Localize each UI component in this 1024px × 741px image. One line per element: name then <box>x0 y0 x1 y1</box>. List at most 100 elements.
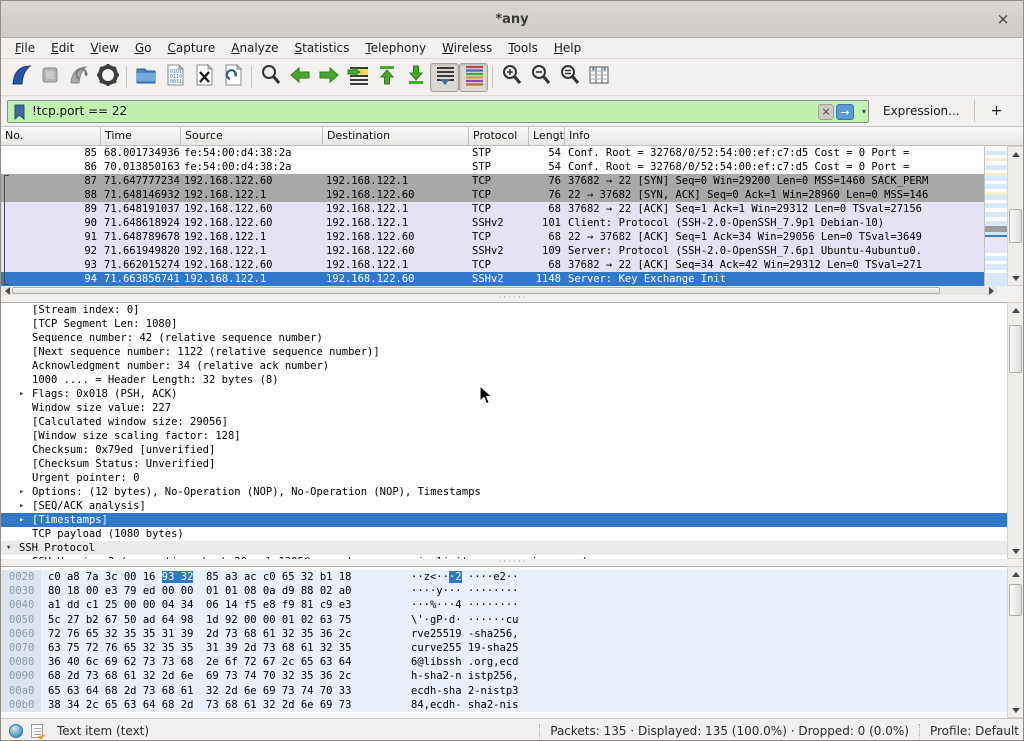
expression-button[interactable]: Expression... <box>883 104 960 118</box>
save-file-button[interactable]: 010101100011 <box>160 63 189 92</box>
hex-row[interactable]: 003080 18 00 e3 79 ed 00 00 01 01 08 0a … <box>1 584 1007 598</box>
menu-view[interactable]: View <box>82 39 126 57</box>
stop-capture-button[interactable] <box>35 63 64 92</box>
scroll-thumb[interactable] <box>1009 325 1022 373</box>
packet-row[interactable]: 9271.661949820192.168.122.1192.168.122.6… <box>1 244 984 258</box>
packet-list-vscrollbar[interactable] <box>1007 146 1024 286</box>
zoom-out-button[interactable] <box>526 63 555 92</box>
detail-line[interactable]: ▾SSH Protocol <box>1 541 1007 555</box>
find-packet-button[interactable] <box>256 63 285 92</box>
close-window-button[interactable]: × <box>993 9 1013 29</box>
titlebar[interactable]: *any × <box>1 1 1023 38</box>
scroll-down-arrow[interactable] <box>1008 703 1023 717</box>
packet-row[interactable]: 8871.648146932192.168.122.1192.168.122.6… <box>1 188 984 202</box>
menu-capture[interactable]: Capture <box>159 39 223 57</box>
packet-row[interactable]: 8670.013850163fe:54:00:d4:38:2aSTP54Conf… <box>1 160 984 174</box>
detail-line[interactable]: [Calculated window size: 29056] <box>1 415 1007 429</box>
pane-splitter[interactable]: ······ <box>1 559 1024 566</box>
scroll-thumb[interactable] <box>12 287 940 294</box>
zoom-reset-button[interactable] <box>555 63 584 92</box>
capture-options-button[interactable] <box>93 63 122 92</box>
scroll-up-arrow[interactable] <box>1008 147 1023 161</box>
column-header-destination[interactable]: Destination <box>323 127 469 145</box>
detail-line[interactable]: Sequence number: 42 (relative sequence n… <box>1 331 1007 345</box>
filter-input[interactable] <box>32 101 672 122</box>
packet-row[interactable]: 8971.648191037192.168.122.60192.168.122.… <box>1 202 984 216</box>
packet-list-minimap[interactable] <box>984 146 1007 286</box>
column-header-protocol[interactable]: Protocol <box>469 127 529 145</box>
detail-line[interactable]: Checksum: 0x79ed [unverified] <box>1 443 1007 457</box>
menu-telephony[interactable]: Telephony <box>357 39 434 57</box>
filter-clear-button[interactable]: × <box>818 104 834 120</box>
detail-line[interactable]: TCP payload (1080 bytes) <box>1 527 1007 541</box>
scroll-left-arrow[interactable] <box>2 286 12 295</box>
go-first-packet-button[interactable] <box>372 63 401 92</box>
expert-info-icon[interactable] <box>9 724 23 738</box>
packet-row[interactable]: 9171.648789678192.168.122.1192.168.122.6… <box>1 230 984 244</box>
hex-row[interactable]: 007063 75 72 76 65 32 35 35 31 39 2d 73 … <box>1 641 1007 655</box>
go-forward-button[interactable] <box>314 63 343 92</box>
go-last-packet-button[interactable] <box>401 63 430 92</box>
scroll-thumb[interactable] <box>1009 209 1022 243</box>
go-back-button[interactable] <box>285 63 314 92</box>
colorize-packets-button[interactable] <box>459 63 488 92</box>
scroll-up-arrow[interactable] <box>1008 567 1023 581</box>
hex-row[interactable]: 009068 2d 73 68 61 32 2d 6e 69 73 74 70 … <box>1 669 1007 683</box>
detail-line[interactable]: 1000 .... = Header Length: 32 bytes (8) <box>1 373 1007 387</box>
detail-line[interactable]: [TCP Segment Len: 1080] <box>1 317 1007 331</box>
menu-wireless[interactable]: Wireless <box>434 39 500 57</box>
capture-comment-icon[interactable] <box>31 724 43 738</box>
scroll-up-arrow[interactable] <box>1008 303 1023 317</box>
packet-row-selected[interactable]: 9471.663856741192.168.122.1192.168.122.6… <box>1 272 984 286</box>
hex-row[interactable]: 00a065 63 64 68 2d 73 68 61 32 2d 6e 69 … <box>1 684 1007 698</box>
menu-edit[interactable]: Edit <box>43 39 82 57</box>
hex-row[interactable]: 0020c0 a8 7a 3c 00 16 93 32 85 a3 ac c0 … <box>1 570 1007 584</box>
column-header-no[interactable]: No. <box>1 127 101 145</box>
column-header-length[interactable]: Length <box>529 127 565 145</box>
column-header-info[interactable]: Info <box>565 127 1024 145</box>
close-file-button[interactable] <box>189 63 218 92</box>
packet-row[interactable]: 8771.647777234192.168.122.60192.168.122.… <box>1 174 984 188</box>
auto-scroll-button[interactable] <box>430 63 459 92</box>
details-vscrollbar[interactable] <box>1007 302 1024 559</box>
open-file-button[interactable] <box>131 63 160 92</box>
packet-row[interactable]: 9371.662015274192.168.122.60192.168.122.… <box>1 258 984 272</box>
hex-row[interactable]: 00505c 27 b2 67 50 ad 64 98 1d 92 00 00 … <box>1 613 1007 627</box>
zoom-in-button[interactable] <box>497 63 526 92</box>
detail-line[interactable]: ▸[SEQ/ACK analysis] <box>1 499 1007 513</box>
reload-file-button[interactable] <box>218 63 247 92</box>
column-header-time[interactable]: Time <box>101 127 181 145</box>
hex-row[interactable]: 00b038 34 2c 65 63 64 68 2d 73 68 61 32 … <box>1 698 1007 712</box>
detail-line[interactable]: [Stream index: 0] <box>1 303 1007 317</box>
filter-history-caret[interactable]: ▾ <box>862 107 866 116</box>
packet-row[interactable]: 9071.648618924192.168.122.60192.168.122.… <box>1 216 984 230</box>
hex-row[interactable]: 006072 76 65 32 35 35 31 39 2d 73 68 61 … <box>1 627 1007 641</box>
pane-splitter[interactable]: ······ <box>1 295 1024 302</box>
menu-file[interactable]: File <box>7 39 43 57</box>
menu-analyze[interactable]: Analyze <box>223 39 286 57</box>
start-capture-button[interactable] <box>6 63 35 92</box>
bookmark-icon[interactable] <box>13 104 26 125</box>
menu-help[interactable]: Help <box>546 39 589 57</box>
detail-line-selected[interactable]: ▸[Timestamps] <box>1 513 1007 527</box>
detail-line[interactable]: ▸Flags: 0x018 (PSH, ACK) <box>1 387 1007 401</box>
detail-line[interactable]: Urgent pointer: 0 <box>1 471 1007 485</box>
scroll-thumb[interactable] <box>1009 584 1022 616</box>
resize-columns-button[interactable] <box>584 63 613 92</box>
menu-statistics[interactable]: Statistics <box>287 39 358 57</box>
detail-line[interactable]: Window size value: 227 <box>1 401 1007 415</box>
add-filter-button[interactable]: + <box>985 103 1009 119</box>
menu-go[interactable]: Go <box>127 39 160 57</box>
restart-capture-button[interactable] <box>64 63 93 92</box>
detail-line[interactable]: [Next sequence number: 1122 (relative se… <box>1 345 1007 359</box>
column-header-source[interactable]: Source <box>181 127 323 145</box>
detail-line[interactable]: [Checksum Status: Unverified] <box>1 457 1007 471</box>
hex-row[interactable]: 0040a1 dd c1 25 00 00 04 34 06 14 f5 e8 … <box>1 598 1007 612</box>
scroll-down-arrow[interactable] <box>1008 271 1023 285</box>
menu-tools[interactable]: Tools <box>500 39 546 57</box>
scroll-right-arrow[interactable] <box>986 286 996 295</box>
go-to-packet-button[interactable] <box>343 63 372 92</box>
packet-row[interactable]: 8568.001734936fe:54:00:d4:38:2aSTP54Conf… <box>1 146 984 160</box>
hex-row[interactable]: 008036 40 6c 69 62 73 73 68 2e 6f 72 67 … <box>1 655 1007 669</box>
scroll-down-arrow[interactable] <box>1008 544 1023 558</box>
